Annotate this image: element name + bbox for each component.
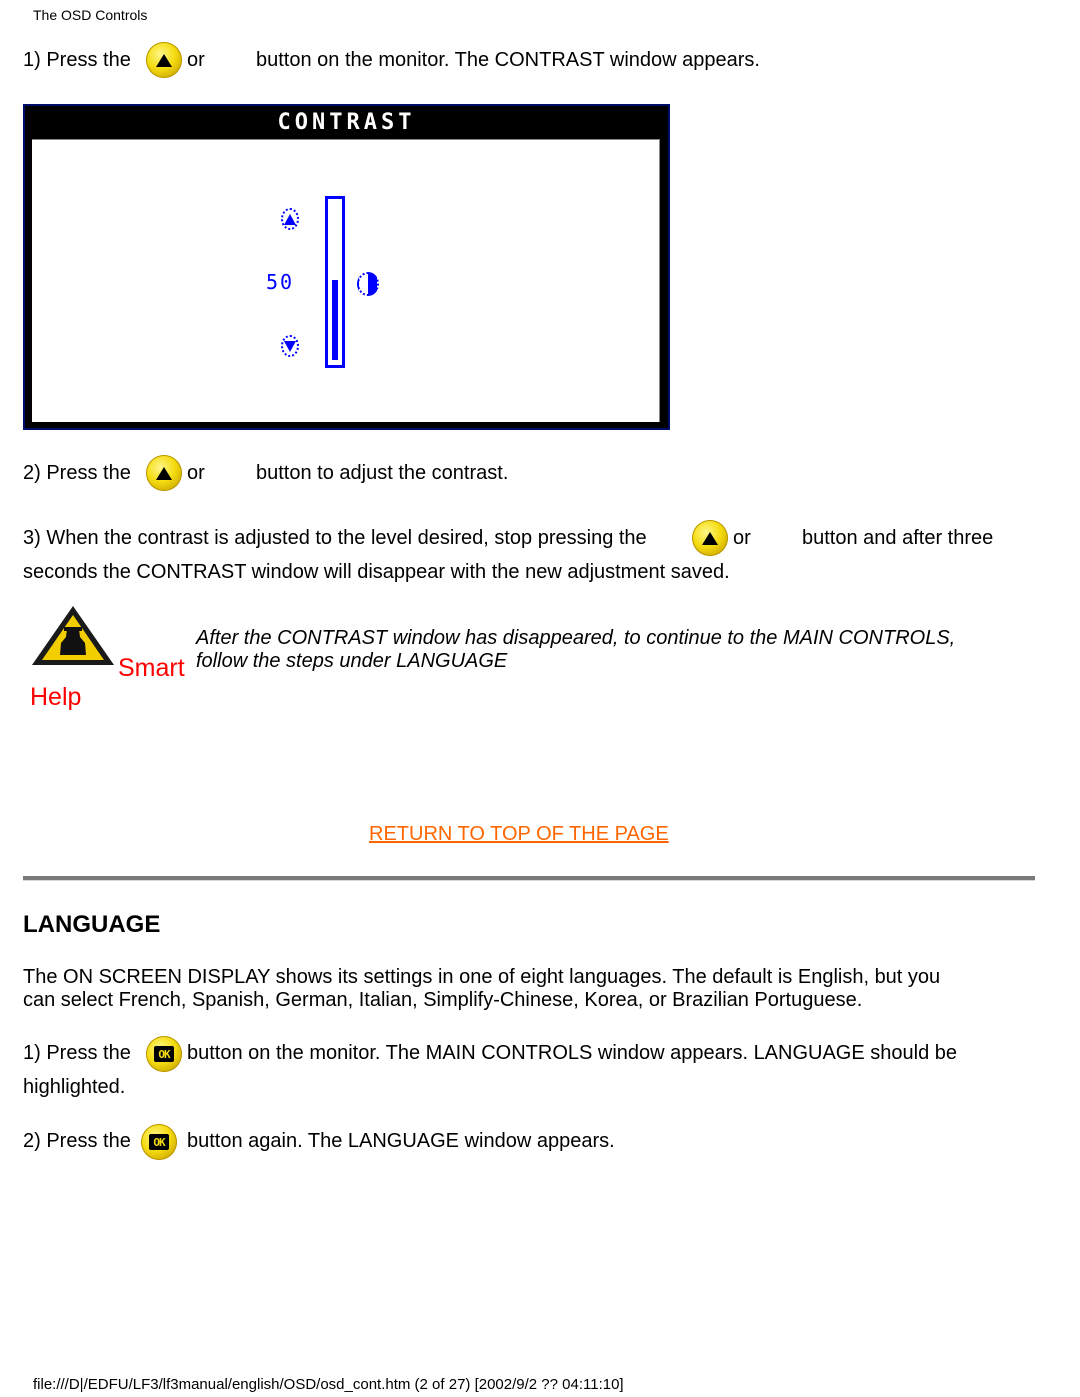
contrast-step3-suffix: button and after three [802,527,994,549]
smart-help-warning-icon [30,603,116,669]
language-intro-line1: The ON SCREEN DISPLAY shows its settings… [23,966,941,988]
language-intro-line2: can select French, Spanish, German, Ital… [23,989,863,1011]
contrast-osd-window: CONTRAST 50 [23,104,670,430]
contrast-step1-prefix: 1) Press the [23,49,131,71]
contrast-step3-or: or [733,527,751,549]
smart-help-note-line1: After the CONTRAST window has disappeare… [196,627,956,649]
contrast-step3-prefix: 3) When the contrast is adjusted to the … [23,527,647,549]
contrast-step2-or: or [187,462,205,484]
language-step1-line2: highlighted. [23,1076,126,1098]
menu-button[interactable]: OK [146,1036,182,1072]
up-arrow-icon [156,466,172,480]
page-header-title: The OSD Controls [33,7,148,23]
contrast-step1-or: or [187,49,205,71]
smart-help-label-help: Help [30,683,82,711]
footer-file-path: file:///D|/EDFU/LF3/lf3manual/english/OS… [33,1376,624,1393]
up-arrow-circle-icon [281,208,299,230]
up-button[interactable] [146,42,182,78]
menu-ok-icon: OK [149,1134,169,1150]
contrast-step3-line2: seconds the CONTRAST window will disappe… [23,561,730,583]
language-step2-prefix: 2) Press the [23,1130,131,1152]
contrast-level-fill [332,280,338,360]
smart-help-label-smart: Smart [118,654,185,682]
language-step2-suffix: button again. The LANGUAGE window appear… [187,1130,615,1152]
up-button[interactable] [146,455,182,491]
contrast-level-bar [325,196,345,368]
return-to-top-link[interactable]: RETURN TO TOP OF THE PAGE [369,823,669,846]
language-step1-prefix: 1) Press the [23,1042,131,1064]
section-divider [23,876,1035,881]
contrast-value: 50 [266,270,295,294]
smart-help-note-line2: follow the steps under LANGUAGE [196,650,508,672]
up-arrow-icon [702,531,718,545]
language-heading: LANGUAGE [23,911,161,938]
up-arrow-icon [156,53,172,67]
menu-ok-icon: OK [154,1046,174,1062]
osd-title: CONTRAST [277,109,416,135]
up-button[interactable] [692,520,728,556]
half-circle-contrast-icon [357,272,379,296]
down-arrow-circle-icon [281,335,299,357]
contrast-step2-suffix: button to adjust the contrast. [256,462,509,484]
language-step1-suffix: button on the monitor. The MAIN CONTROLS… [187,1042,957,1064]
menu-button[interactable]: OK [141,1124,177,1160]
osd-body: 50 [32,139,660,422]
contrast-step1-suffix: button on the monitor. The CONTRAST wind… [256,49,760,71]
contrast-step2-prefix: 2) Press the [23,462,131,484]
